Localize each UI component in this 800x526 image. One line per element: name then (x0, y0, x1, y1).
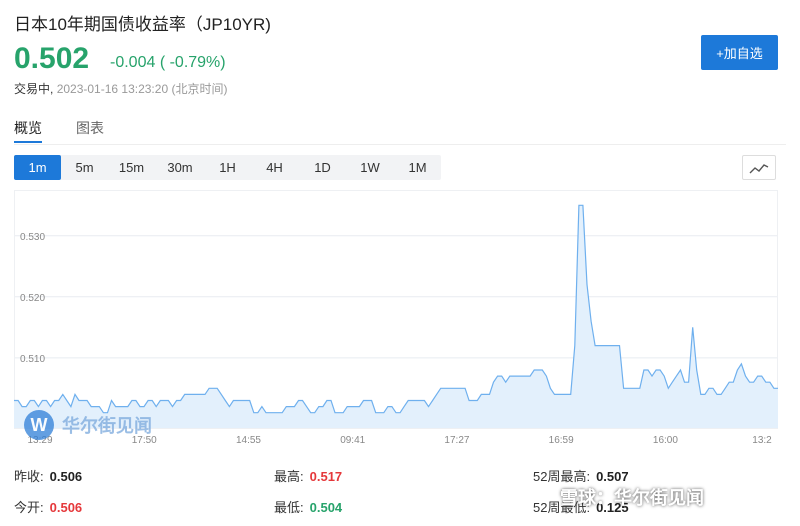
corner-watermark: 雪球：华尔街见闻 (560, 488, 704, 508)
tab-chart[interactable]: 图表 (76, 118, 104, 138)
tabs-divider (14, 144, 786, 145)
range-1m[interactable]: 1m (14, 155, 61, 180)
range-1w[interactable]: 1W (346, 155, 394, 180)
range-5m[interactable]: 5m (61, 155, 108, 180)
stat-value: 0.507 (596, 469, 629, 484)
range-4h[interactable]: 4H (250, 155, 299, 180)
stat-open: 今开: 0.506 (14, 497, 82, 516)
watermark-text: 华尔街见闻 (62, 416, 152, 436)
y-axis-ticks: 0.510 0.520 0.530 (20, 232, 45, 365)
stat-value: 0.506 (49, 469, 83, 484)
stat-high: 最高: 0.517 (274, 466, 342, 485)
time-range-selector: 1m 5m 15m 30m 1H 4H 1D 1W 1M (14, 155, 441, 180)
current-price: 0.502 (14, 42, 90, 75)
range-1d[interactable]: 1D (299, 155, 346, 180)
line-chart-icon (749, 163, 769, 173)
stat-value: 0.506 (49, 500, 83, 515)
stat-52w-high: 52周最高: 0.507 (533, 466, 629, 485)
status-label: 交易中, (14, 82, 54, 96)
x-tick-label: 17:27 (444, 435, 469, 446)
tab-overview[interactable]: 概览 (14, 118, 42, 138)
price-area-fill (14, 205, 778, 428)
stat-label: 52周最高: (533, 469, 591, 484)
y-tick-label: 0.520 (20, 293, 45, 304)
stat-label: 最低: (274, 500, 304, 515)
y-tick-label: 0.510 (20, 354, 45, 365)
x-tick-label: 16:00 (653, 435, 678, 446)
y-tick-label: 0.530 (20, 232, 45, 243)
chart-type-toggle[interactable] (742, 155, 776, 180)
active-tab-indicator (14, 141, 42, 143)
price-change: -0.004 ( -0.79%) (110, 54, 226, 71)
add-to-watchlist-button[interactable]: +加自选 (701, 35, 778, 70)
range-30m[interactable]: 30m (155, 155, 205, 180)
x-tick-label: 09:41 (340, 435, 365, 446)
stat-label: 昨收: (14, 469, 44, 484)
stat-prev-close: 昨收: 0.506 (14, 466, 82, 485)
stat-value: 0.504 (309, 500, 343, 515)
stat-label: 今开: (14, 500, 44, 515)
range-15m[interactable]: 15m (108, 155, 155, 180)
status-timestamp: 2023-01-16 13:23:20 (北京时间) (56, 82, 228, 96)
instrument-title: 日本10年期国债收益率（JP10YR) (14, 15, 271, 34)
stat-value: 0.517 (309, 469, 343, 484)
watermark-logo: W (24, 410, 54, 440)
stat-label: 最高: (274, 469, 304, 484)
x-tick-label: 16:59 (549, 435, 574, 446)
stat-low: 最低: 0.504 (274, 497, 342, 516)
x-tick-label: 14:55 (236, 435, 261, 446)
trading-status: 交易中, 2023-01-16 13:23:20 (北京时间) (14, 80, 227, 97)
range-1m-month[interactable]: 1M (394, 155, 441, 180)
x-tick-label: 13:2 (752, 435, 772, 446)
range-1h[interactable]: 1H (205, 155, 250, 180)
